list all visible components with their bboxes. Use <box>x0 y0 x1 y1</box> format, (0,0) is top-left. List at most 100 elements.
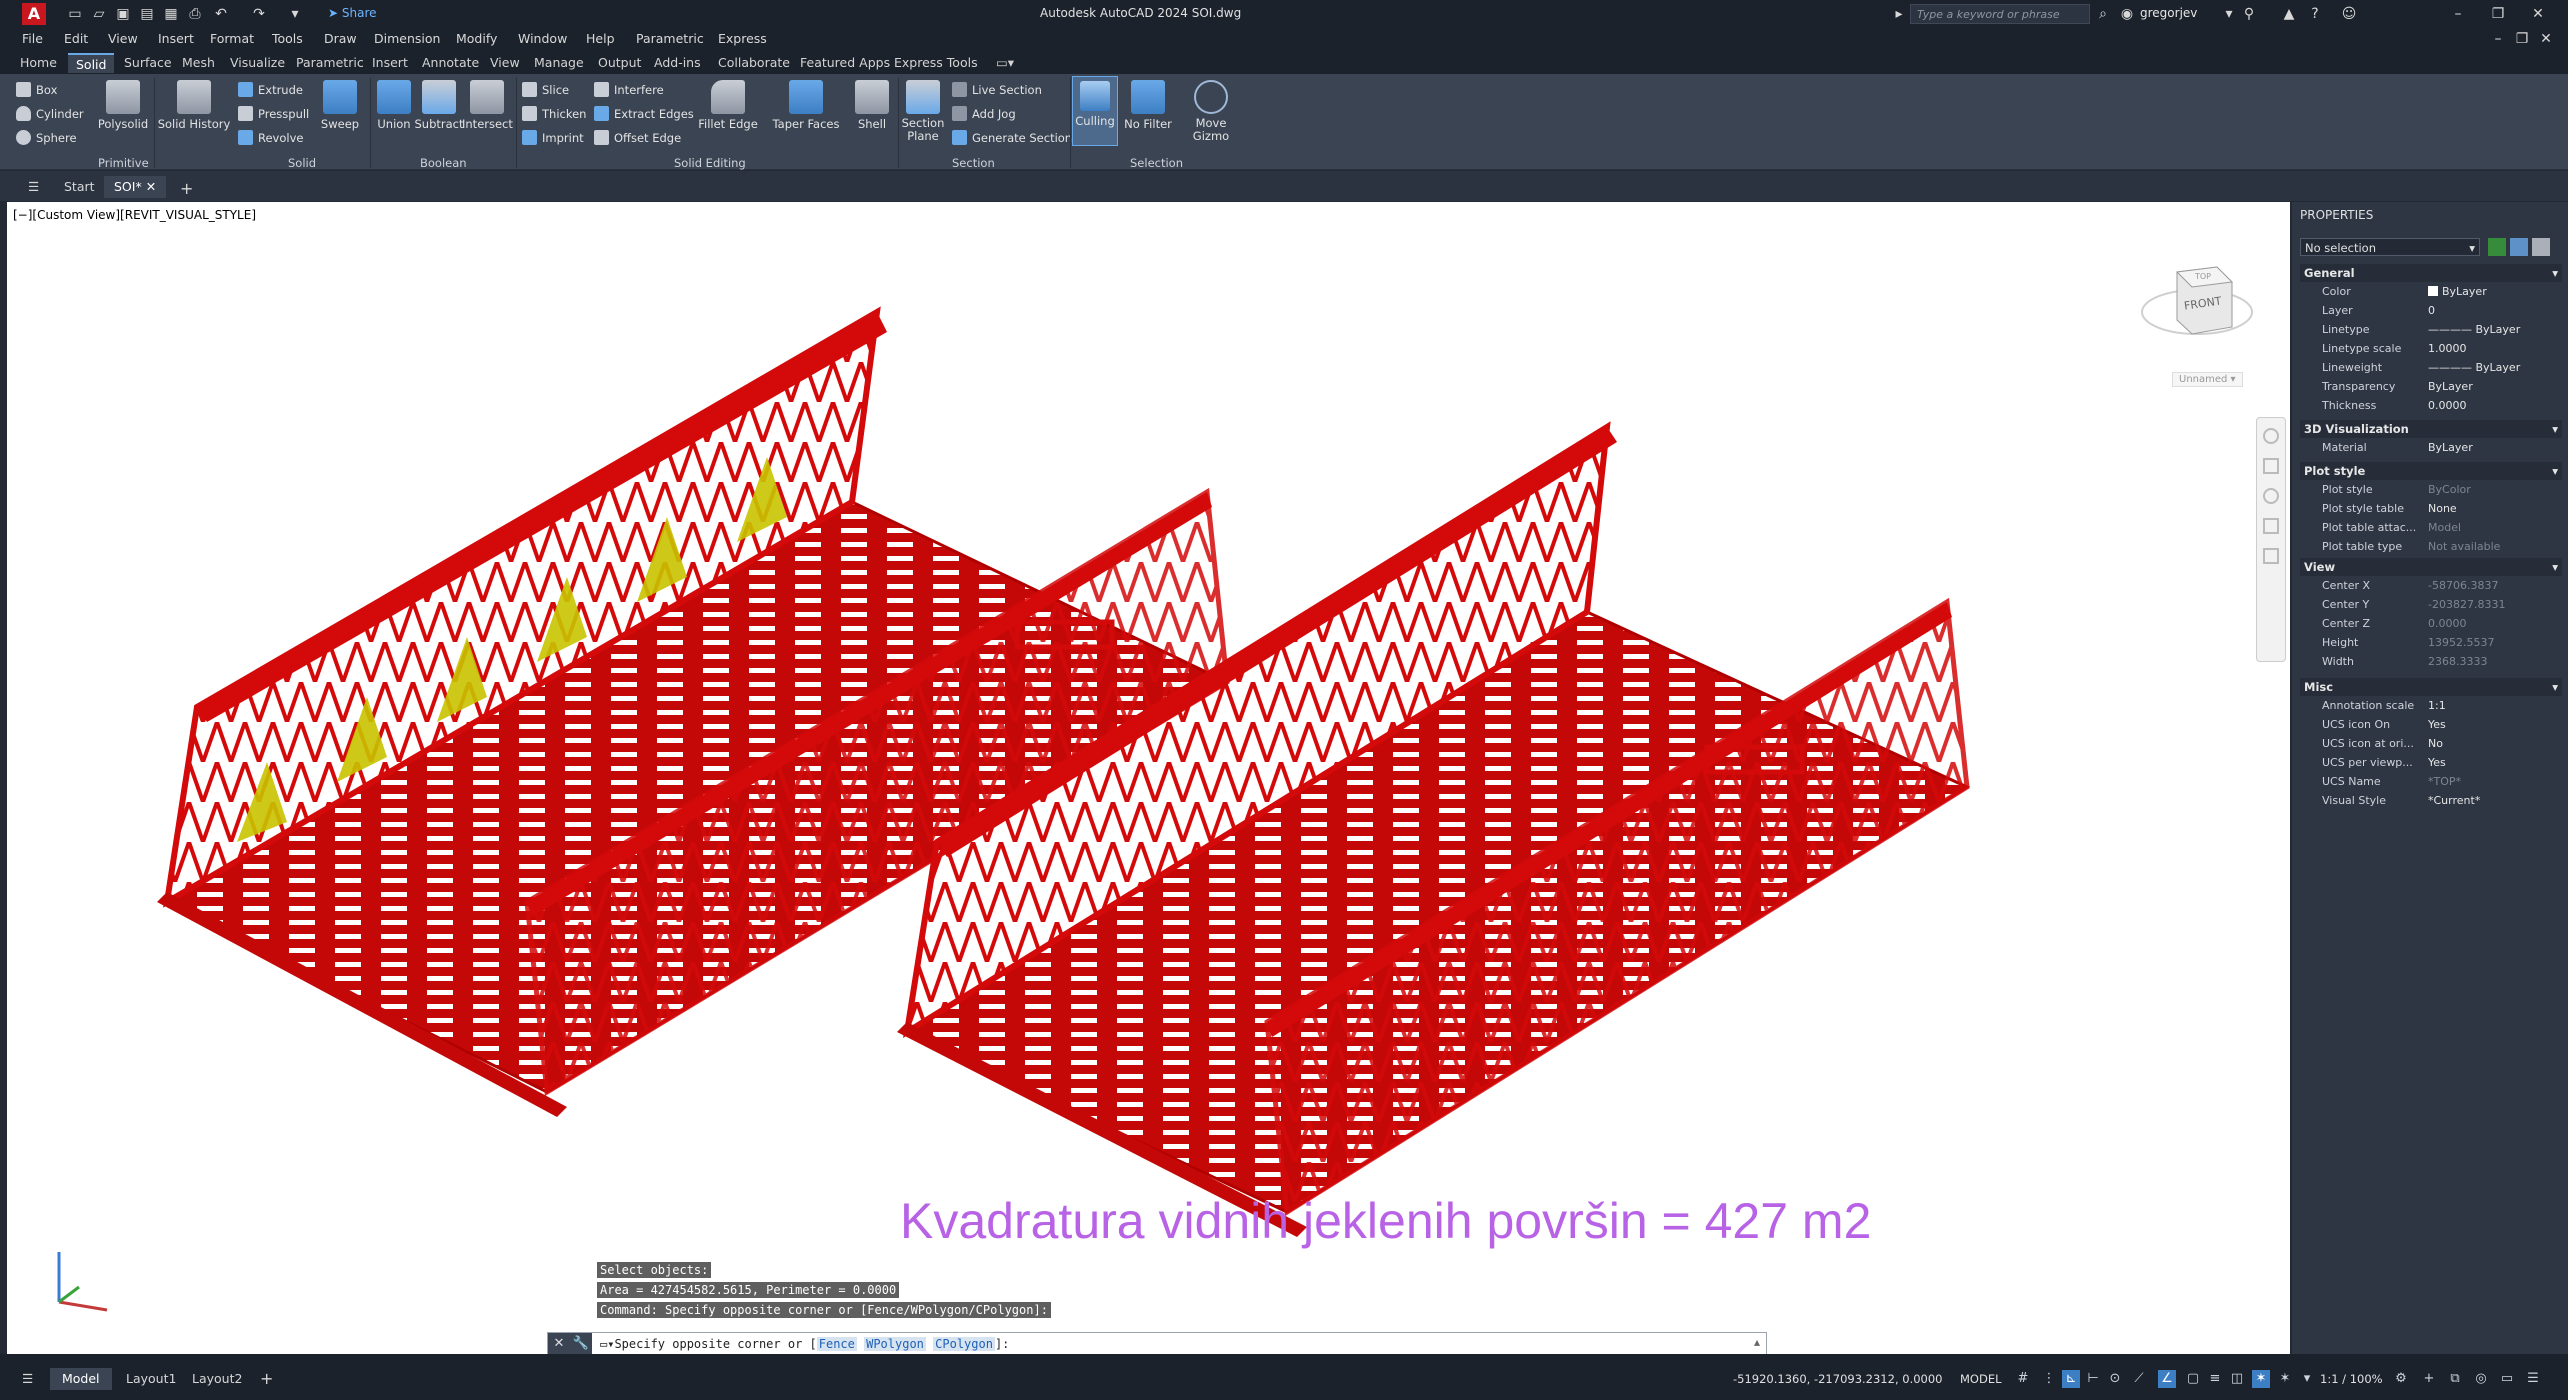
intersect-button[interactable]: Intersect <box>462 80 513 131</box>
tab-start[interactable]: Start <box>54 176 105 198</box>
viewcube[interactable]: FRONT TOP <box>2137 242 2257 362</box>
settings-gear-icon[interactable]: ⚙ <box>2392 1370 2410 1388</box>
prop-row-thickness[interactable]: Thickness 0.0000 <box>2300 397 2562 415</box>
object-snap-tracking-icon[interactable]: ∠ <box>2158 1370 2176 1388</box>
union-button[interactable]: Union <box>372 80 416 131</box>
prop-row-center-z[interactable]: Center Z 0.0000 <box>2300 615 2562 633</box>
solid-history-button[interactable]: Solid History <box>156 80 232 131</box>
extrude-button[interactable]: Extrude <box>238 82 303 97</box>
layout-list-icon[interactable]: ☰ <box>18 1368 37 1390</box>
tab-surface[interactable]: Surface <box>116 53 180 73</box>
sweep-button[interactable]: Sweep <box>316 80 364 131</box>
redo-icon[interactable]: ↷ <box>250 5 268 23</box>
no-filter-button[interactable]: No Filter <box>1122 80 1174 131</box>
undo-icon[interactable]: ↶ <box>212 5 230 23</box>
menu-express[interactable]: Express <box>718 31 767 46</box>
extract-edges-button[interactable]: Extract Edges <box>594 106 694 121</box>
section-misc[interactable]: Misc ▾ <box>2300 678 2562 696</box>
option-fence[interactable]: Fence <box>816 1337 857 1351</box>
prop-row-width[interactable]: Width 2368.3333 <box>2300 653 2562 671</box>
new-tab-icon[interactable]: + <box>170 176 203 198</box>
file-tabs-menu-icon[interactable]: ☰ <box>18 176 49 198</box>
option-wpolygon[interactable]: WPolygon <box>864 1337 926 1351</box>
tab-manage[interactable]: Manage <box>526 53 592 73</box>
save-as-icon[interactable]: ▤ <box>138 5 156 23</box>
prop-row-plot-table-attached[interactable]: Plot table attac... Model <box>2300 519 2562 537</box>
tab-insert[interactable]: Insert <box>364 53 416 73</box>
section-view[interactable]: View ▾ <box>2300 558 2562 576</box>
quick-select-icon[interactable] <box>2532 238 2550 256</box>
prop-row-layer[interactable]: Layer 0 <box>2300 302 2562 320</box>
new-icon[interactable]: ▭ <box>66 5 84 23</box>
lineweight-icon[interactable]: ≡ <box>2206 1370 2224 1388</box>
workspace-icon[interactable]: ▾ <box>2298 1370 2316 1388</box>
tab-layout2[interactable]: Layout2 <box>180 1368 254 1390</box>
tab-collaborate[interactable]: Collaborate <box>710 53 798 73</box>
polysolid-button[interactable]: Polysolid <box>96 80 150 131</box>
section-general[interactable]: General ▾ <box>2300 264 2562 282</box>
toggle-pickadd-icon[interactable] <box>2488 238 2506 256</box>
menu-parametric[interactable]: Parametric <box>636 31 704 46</box>
pan-icon[interactable] <box>2263 458 2279 474</box>
prop-row-height[interactable]: Height 13952.5537 <box>2300 634 2562 652</box>
user-dropdown-icon[interactable]: ▾ <box>2220 5 2238 23</box>
prop-row-material[interactable]: Material ByLayer <box>2300 439 2562 457</box>
panel-label-section[interactable]: Section <box>952 156 995 170</box>
thicken-button[interactable]: Thicken <box>522 106 586 121</box>
navigation-bar[interactable] <box>2256 417 2286 662</box>
interfere-button[interactable]: Interfere <box>594 82 664 97</box>
zoom-icon[interactable] <box>2263 488 2279 504</box>
section-3d-visualization[interactable]: 3D Visualization ▾ <box>2300 420 2562 438</box>
open-icon[interactable]: ▱ <box>90 5 108 23</box>
tab-output[interactable]: Output <box>590 53 649 73</box>
move-gizmo-button[interactable]: Move Gizmo <box>1186 80 1236 143</box>
support-icon[interactable]: ☺ <box>2340 5 2358 23</box>
customize-status-icon[interactable]: ☰ <box>2524 1370 2542 1388</box>
user-name[interactable]: gregorjev <box>2140 6 2197 20</box>
menu-format[interactable]: Format <box>210 31 254 46</box>
search-icon[interactable]: ⌕ <box>2094 5 2112 23</box>
ortho-icon[interactable]: ⊢ <box>2084 1370 2102 1388</box>
customize-icon[interactable]: 🔧 <box>570 1333 592 1354</box>
tab-view[interactable]: View <box>482 53 528 73</box>
tab-mesh[interactable]: Mesh <box>174 53 223 73</box>
imprint-button[interactable]: Imprint <box>522 130 584 145</box>
culling-button[interactable]: Culling <box>1072 76 1118 146</box>
tab-parametric[interactable]: Parametric <box>288 53 372 73</box>
share-button[interactable]: ➤ Share <box>328 6 377 20</box>
annotation-visibility-icon[interactable]: ✶ <box>2252 1370 2270 1388</box>
restore-icon[interactable]: ❐ <box>2488 4 2508 24</box>
tab-home[interactable]: Home <box>12 53 65 73</box>
tab-express-tools[interactable]: Express Tools <box>886 53 986 73</box>
publish-icon[interactable]: ▦ <box>162 5 180 23</box>
menu-help[interactable]: Help <box>586 31 615 46</box>
prop-row-ucs-per-viewport[interactable]: UCS per viewp... Yes <box>2300 754 2562 772</box>
ribbon-minimize-icon[interactable]: ▭▾ <box>988 53 1022 73</box>
selection-dropdown[interactable]: No selection ▾ <box>2300 238 2480 256</box>
add-status-icon[interactable]: + <box>2420 1370 2438 1388</box>
auto-scale-icon[interactable]: ✶ <box>2276 1370 2294 1388</box>
tab-featured-apps[interactable]: Featured Apps <box>792 53 898 73</box>
menu-modify[interactable]: Modify <box>456 31 497 46</box>
shell-button[interactable]: Shell <box>852 80 892 131</box>
command-history-toggle-icon[interactable]: ▴ <box>1754 1335 1760 1349</box>
prop-row-lineweight[interactable]: Lineweight ———— ByLayer <box>2300 359 2562 377</box>
isodraft-icon[interactable]: ⟋ <box>2130 1370 2148 1388</box>
section-plane-button[interactable]: Section Plane <box>900 80 946 143</box>
prop-row-linetype[interactable]: Linetype ———— ByLayer <box>2300 321 2562 339</box>
user-icon[interactable]: ◉ <box>2118 5 2136 23</box>
minimize-icon[interactable]: – <box>2448 4 2468 24</box>
prop-row-ucs-icon-on[interactable]: UCS icon On Yes <box>2300 716 2562 734</box>
prop-row-center-y[interactable]: Center Y -203827.8331 <box>2300 596 2562 614</box>
infer-constraints-icon[interactable]: ⊾ <box>2062 1370 2080 1388</box>
menu-draw[interactable]: Draw <box>324 31 357 46</box>
cart-icon[interactable]: ⚲ <box>2240 5 2258 23</box>
menu-edit[interactable]: Edit <box>64 31 88 46</box>
live-section-button[interactable]: Live Section <box>952 82 1042 97</box>
clean-screen-icon[interactable]: ▭ <box>2498 1370 2516 1388</box>
cylinder-button[interactable]: Cylinder <box>16 106 84 121</box>
prop-row-center-x[interactable]: Center X -58706.3837 <box>2300 577 2562 595</box>
command-input[interactable]: ▭▾Specify opposite corner or [Fence WPol… <box>600 1337 1009 1351</box>
snap-icon[interactable]: ⋮ <box>2040 1370 2058 1388</box>
tab-annotate[interactable]: Annotate <box>414 53 487 73</box>
